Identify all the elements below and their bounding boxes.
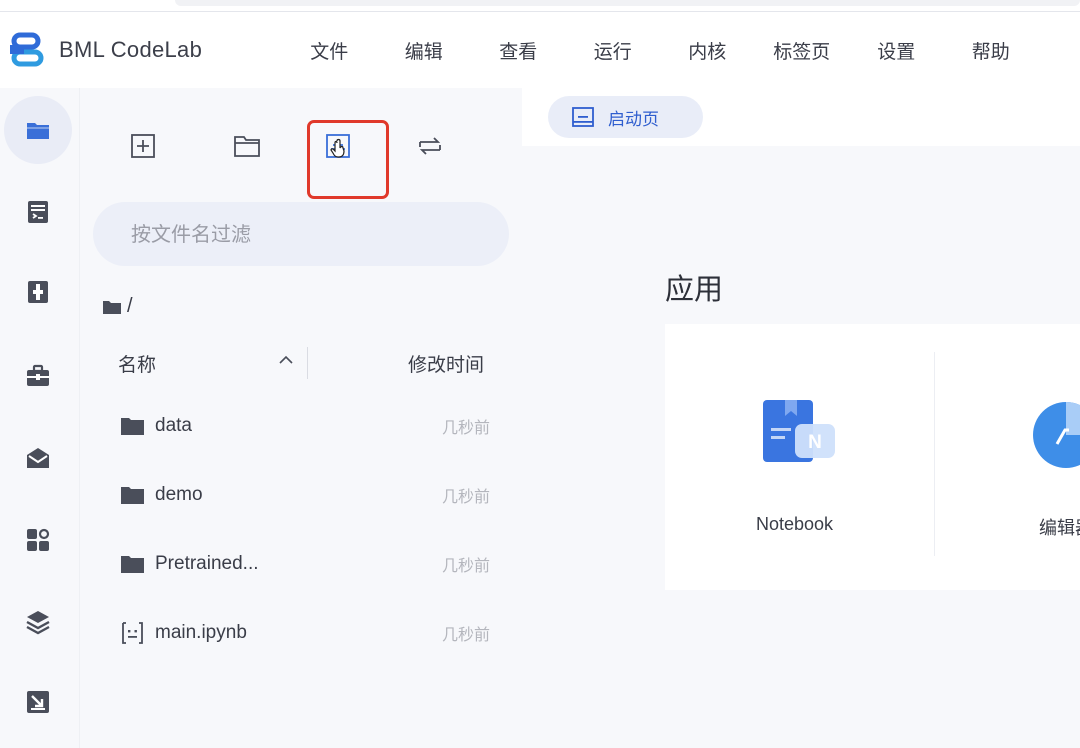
folder-icon xyxy=(121,418,144,435)
activity-running[interactable] xyxy=(4,178,72,246)
activity-download[interactable] xyxy=(4,668,72,736)
breadcrumb-path: / xyxy=(127,295,133,317)
main-menu: 文件 编辑 查看 运行 内核 标签页 设置 帮助 xyxy=(282,37,1038,64)
dataset-icon xyxy=(28,281,48,303)
column-header-name[interactable]: 名称 xyxy=(118,350,156,377)
activity-bar xyxy=(0,88,80,748)
launcher-card-panel: N Notebook 编辑器 xyxy=(665,324,1080,590)
menu-edit[interactable]: 编辑 xyxy=(377,37,472,64)
browser-top-strip xyxy=(0,0,1080,12)
layers-icon xyxy=(26,611,50,635)
file-row[interactable]: data 几秒前 xyxy=(120,406,490,446)
menu-file[interactable]: 文件 xyxy=(282,37,377,64)
file-modified: 几秒前 xyxy=(441,556,490,575)
apps-icon xyxy=(27,528,50,551)
upload-highlight-box xyxy=(307,120,389,199)
folder-icon xyxy=(121,556,144,573)
breadcrumb[interactable]: / xyxy=(102,295,133,318)
file-modified: 几秒前 xyxy=(441,487,490,506)
main-area: 启动页 应用 N Notebook 编辑器 xyxy=(522,88,1080,748)
menu-settings[interactable]: 设置 xyxy=(849,37,944,64)
notebook-card[interactable]: N Notebook xyxy=(665,324,934,590)
file-filter-input[interactable] xyxy=(93,202,509,266)
file-row[interactable]: demo 几秒前 xyxy=(120,475,490,515)
folder-icon xyxy=(27,123,49,139)
address-bar-edge xyxy=(175,0,1080,6)
tab-label: 启动页 xyxy=(608,109,659,130)
file-name: main.ipynb xyxy=(155,622,247,643)
tab-launcher[interactable]: 启动页 xyxy=(548,96,703,138)
editor-card[interactable]: 编辑器 xyxy=(935,324,1080,590)
activity-mail[interactable] xyxy=(4,424,72,492)
new-folder-button[interactable] xyxy=(227,126,267,166)
refresh-button[interactable] xyxy=(410,126,450,166)
file-name: Pretrained... xyxy=(155,553,259,574)
file-browser-panel: / 名称 修改时间 data 几秒前 demo 几秒前 Pretrained..… xyxy=(80,88,522,748)
file-modified: 几秒前 xyxy=(441,625,490,644)
new-launcher-button[interactable] xyxy=(123,126,163,166)
file-name: demo xyxy=(155,484,203,505)
activity-layers[interactable] xyxy=(4,588,72,656)
file-row[interactable]: main.ipynb 几秒前 xyxy=(120,613,490,653)
folder-icon xyxy=(103,300,121,314)
file-modified: 几秒前 xyxy=(441,418,490,437)
activity-extensions[interactable] xyxy=(4,506,72,574)
section-title: 应用 xyxy=(665,272,724,306)
column-header-modified[interactable]: 修改时间 xyxy=(408,350,484,377)
file-row[interactable]: Pretrained... 几秒前 xyxy=(120,544,490,584)
menu-tabs[interactable]: 标签页 xyxy=(755,37,850,64)
menu-view[interactable]: 查看 xyxy=(471,37,566,64)
file-name: data xyxy=(155,415,192,436)
new-launcher-icon xyxy=(131,134,155,158)
new-folder-icon xyxy=(234,136,260,157)
activity-dataset[interactable] xyxy=(4,258,72,326)
sort-chevron-up-icon[interactable] xyxy=(276,350,296,370)
download-icon xyxy=(27,691,49,713)
svg-text:N: N xyxy=(808,432,822,453)
column-divider xyxy=(307,347,308,379)
app-name: BML CodeLab xyxy=(59,37,203,62)
refresh-icon xyxy=(419,137,441,155)
notebook-list-icon xyxy=(28,201,48,223)
folder-icon xyxy=(121,487,144,504)
notebook-file-icon xyxy=(122,622,143,644)
card-label: 编辑器 xyxy=(1039,518,1080,538)
codelab-logo-icon xyxy=(10,32,44,67)
launcher-tab-icon xyxy=(572,107,594,127)
menu-run[interactable]: 运行 xyxy=(566,37,661,64)
notebook-app-icon: N xyxy=(763,400,835,462)
card-label: Notebook xyxy=(756,514,834,534)
editor-app-icon xyxy=(1033,402,1080,468)
envelope-icon xyxy=(27,448,49,468)
menu-help[interactable]: 帮助 xyxy=(944,37,1039,64)
brand: BML CodeLab xyxy=(10,32,280,68)
activity-file-browser[interactable] xyxy=(4,96,72,164)
toolbox-icon xyxy=(27,364,49,386)
menu-kernel[interactable]: 内核 xyxy=(660,37,755,64)
activity-toolbox[interactable] xyxy=(4,342,72,410)
tab-bar: 启动页 xyxy=(522,88,1080,146)
menu-bar: BML CodeLab 文件 编辑 查看 运行 内核 标签页 设置 帮助 xyxy=(0,12,1080,88)
